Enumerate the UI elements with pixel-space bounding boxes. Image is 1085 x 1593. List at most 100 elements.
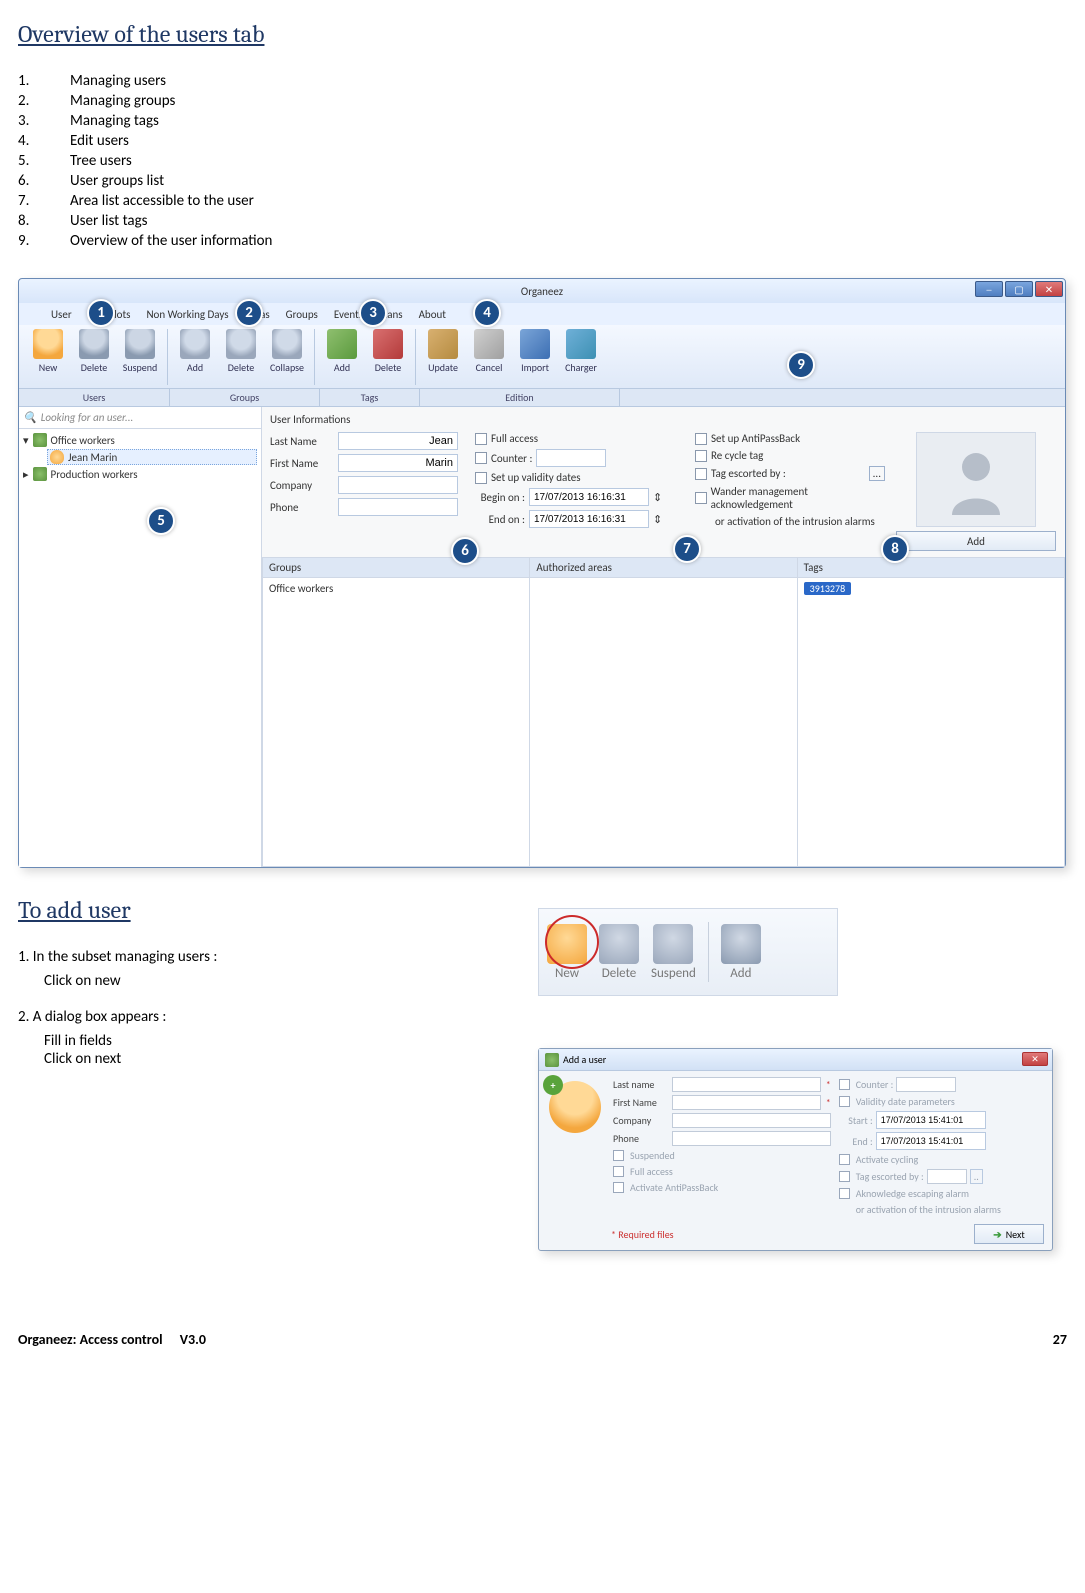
dlg-antipass-checkbox[interactable] xyxy=(613,1182,624,1193)
window-minimize-button[interactable]: ─ xyxy=(975,281,1003,297)
dialog-close-button[interactable]: ✕ xyxy=(1022,1052,1048,1066)
spinner-icon[interactable]: ⇕ xyxy=(653,513,662,526)
phone-input[interactable] xyxy=(338,498,458,516)
groups-list-header: Groups xyxy=(263,558,529,578)
first-name-input[interactable] xyxy=(338,454,458,472)
search-icon: 🔍 xyxy=(23,411,37,424)
dlg-end-input[interactable] xyxy=(876,1132,986,1150)
dlg-ack-checkbox[interactable] xyxy=(839,1188,850,1199)
begin-label: Begin on : xyxy=(475,491,525,504)
dlg-company-input[interactable] xyxy=(672,1113,831,1128)
dlg-counter-input[interactable] xyxy=(896,1077,956,1092)
callout-5: 5 xyxy=(147,507,175,535)
group-list-item[interactable]: Office workers xyxy=(269,582,333,595)
counter-input[interactable] xyxy=(536,449,606,467)
dlg-fullaccess-label: Full access xyxy=(630,1165,673,1178)
overview-item: Tree users xyxy=(18,152,1067,170)
dlg-firstname-input[interactable] xyxy=(672,1095,821,1110)
dlg-start-label: Start : xyxy=(839,1114,873,1127)
menu-item-about[interactable]: About xyxy=(419,308,446,321)
groups-list[interactable]: Office workers xyxy=(263,578,529,866)
ribbon-add-tag[interactable]: Add xyxy=(319,329,365,374)
ribbon-delete-group[interactable]: Delete xyxy=(218,329,264,374)
dialog-title: Add a user xyxy=(563,1053,606,1066)
tree-group-production[interactable]: Production workers xyxy=(51,468,138,481)
overview-item: User list tags xyxy=(18,212,1067,230)
user-suspend-icon xyxy=(125,329,155,359)
dlg-start-input[interactable] xyxy=(876,1111,986,1129)
footer-left: Organeez: Access control V3.0 xyxy=(18,1331,206,1348)
dlg-cycling-checkbox[interactable] xyxy=(839,1154,850,1165)
browse-button[interactable]: ... xyxy=(869,466,885,481)
window-close-button[interactable]: ✕ xyxy=(1035,281,1063,297)
dlg-fullaccess-checkbox[interactable] xyxy=(613,1166,624,1177)
ribbon-add-group[interactable]: Add xyxy=(172,329,218,374)
next-button[interactable]: ➔Next xyxy=(974,1224,1044,1244)
ribbon-collapse-group[interactable]: Collapse xyxy=(264,329,310,374)
window-maximize-button[interactable]: ▢ xyxy=(1005,281,1033,297)
wander-checkbox[interactable] xyxy=(695,492,707,504)
tree-user-jean[interactable]: Jean Marin xyxy=(68,451,117,464)
thumb-delete-button[interactable]: Delete xyxy=(599,924,639,981)
overview-list: Managing users Managing groups Managing … xyxy=(18,72,1067,250)
overview-item: Managing groups xyxy=(18,92,1067,110)
dlg-lastname-label: Last name xyxy=(613,1078,669,1091)
menu-item-nonworking[interactable]: Non Working Days xyxy=(146,308,228,321)
ribbon-delete-tag[interactable]: Delete xyxy=(365,329,411,374)
import-icon xyxy=(520,329,550,359)
dlg-validity-checkbox[interactable] xyxy=(839,1096,850,1107)
menu-item-user[interactable]: User xyxy=(51,308,72,321)
begin-date-input[interactable] xyxy=(529,488,649,506)
dlg-browse-button[interactable]: .. xyxy=(970,1169,983,1184)
dlg-antipass-label: Activate AntiPassBack xyxy=(630,1181,718,1194)
escorted-label: Tag escorted by : xyxy=(711,467,786,480)
charger-icon xyxy=(566,329,596,359)
dlg-end-label: End : xyxy=(839,1135,873,1148)
search-placeholder[interactable]: Looking for an user... xyxy=(41,411,134,424)
callout-4: 4 xyxy=(473,299,501,327)
add-photo-button[interactable]: Add xyxy=(896,531,1056,551)
dlg-escorted-input[interactable] xyxy=(927,1169,967,1184)
dlg-lastname-input[interactable] xyxy=(672,1077,821,1092)
end-date-input[interactable] xyxy=(529,510,649,528)
ribbon-charger[interactable]: Charger xyxy=(558,329,604,374)
dlg-counter-checkbox[interactable] xyxy=(839,1079,850,1090)
ribbon-group-users: Users xyxy=(19,389,169,406)
tags-list[interactable]: 3913278 xyxy=(798,578,1064,866)
callout-9: 9 xyxy=(787,351,815,379)
recycle-checkbox[interactable] xyxy=(695,450,707,462)
last-name-input[interactable] xyxy=(338,432,458,450)
spinner-icon[interactable]: ⇕ xyxy=(653,491,662,504)
full-access-checkbox[interactable] xyxy=(475,433,487,445)
antipassback-checkbox[interactable] xyxy=(695,433,707,445)
required-note: * Required files xyxy=(611,1228,674,1241)
ribbon-update[interactable]: Update xyxy=(420,329,466,374)
ribbon-new-user[interactable]: New xyxy=(25,329,71,374)
menu-item-groups[interactable]: Groups xyxy=(286,308,318,321)
thumb-suspend-button[interactable]: Suspend xyxy=(651,924,696,981)
escorted-checkbox[interactable] xyxy=(695,468,707,480)
tree-group-office[interactable]: Office workers xyxy=(51,434,115,447)
company-input[interactable] xyxy=(338,476,458,494)
ribbon-delete-user[interactable]: Delete xyxy=(71,329,117,374)
overview-item: Managing users xyxy=(18,72,1067,90)
dlg-phone-label: Phone xyxy=(613,1132,669,1145)
counter-checkbox[interactable] xyxy=(475,452,487,464)
new-user-toolbar-thumb: New Delete Suspend Add xyxy=(538,908,838,996)
dialog-add-icon xyxy=(545,1053,559,1067)
thumb-add-group-button[interactable]: Add xyxy=(721,924,761,981)
dlg-suspended-checkbox[interactable] xyxy=(613,1150,624,1161)
tag-chip[interactable]: 3913278 xyxy=(804,582,851,595)
dlg-escorted-checkbox[interactable] xyxy=(839,1171,850,1182)
ribbon-suspend-user[interactable]: Suspend xyxy=(117,329,163,374)
dlg-validity-label: Validity date parameters xyxy=(856,1095,955,1108)
user-tree[interactable]: ▾Office workers Jean Marin ▸Production w… xyxy=(19,429,261,487)
areas-list[interactable] xyxy=(530,578,796,866)
group-add-icon xyxy=(180,329,210,359)
highlight-circle xyxy=(545,915,599,969)
dlg-phone-input[interactable] xyxy=(672,1131,831,1146)
validity-checkbox[interactable] xyxy=(475,472,487,484)
ribbon-cancel[interactable]: Cancel xyxy=(466,329,512,374)
ribbon-import[interactable]: Import xyxy=(512,329,558,374)
validity-label: Set up validity dates xyxy=(491,471,581,484)
